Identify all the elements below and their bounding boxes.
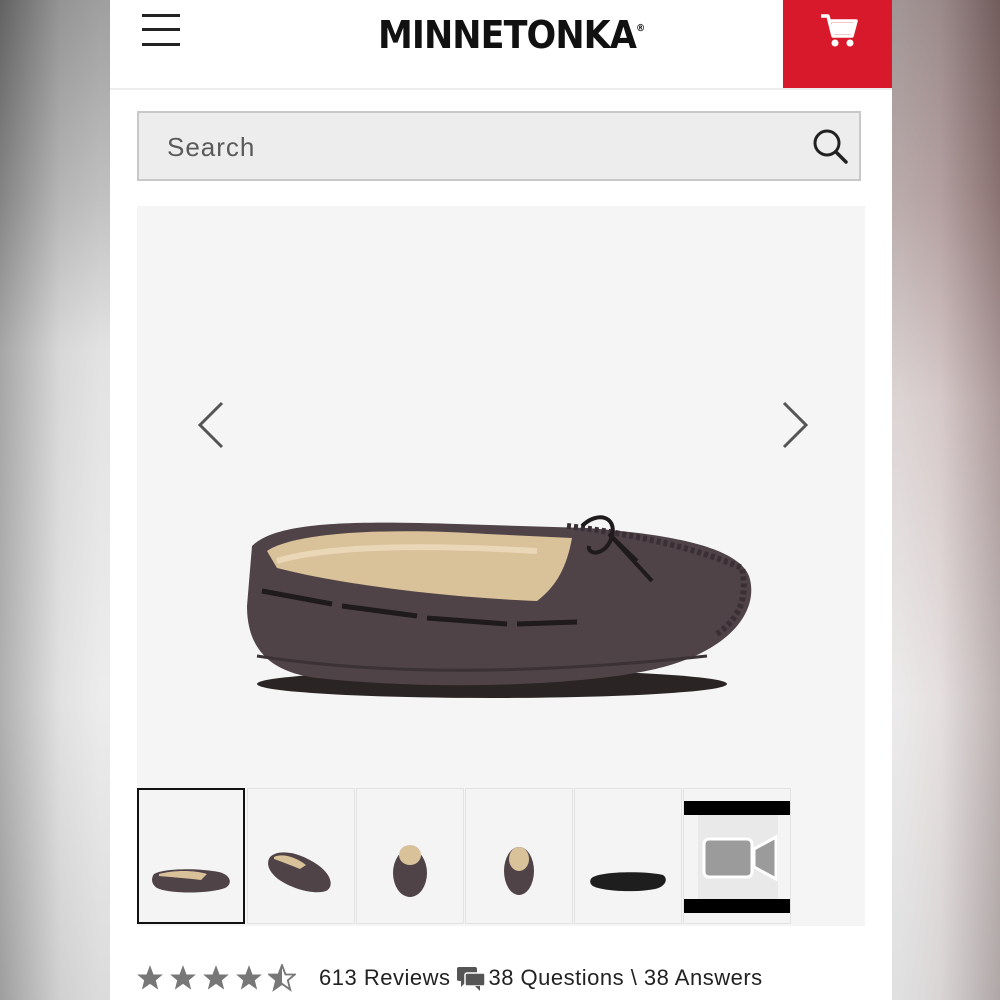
background-left-shade [0, 0, 110, 1000]
star-half-icon [268, 964, 296, 992]
menu-line [142, 43, 180, 46]
chevron-left-icon[interactable] [192, 399, 232, 451]
star-icon [236, 965, 262, 990]
background-right-shade [892, 0, 1000, 1000]
thumbnail-image [393, 845, 427, 897]
thumbnail-back-view[interactable] [465, 788, 573, 924]
star-icon [203, 965, 229, 990]
registered-mark: ® [635, 23, 645, 34]
thumbnail-image [504, 847, 534, 895]
star-rating[interactable] [136, 964, 301, 992]
brand-name: MINNETONKA [378, 13, 637, 57]
thumbnail-front-view[interactable] [356, 788, 464, 924]
thumbnail-side-view[interactable] [137, 788, 245, 924]
search-icon[interactable] [811, 127, 851, 167]
shopping-cart-icon [821, 14, 858, 47]
search-input[interactable] [165, 113, 789, 181]
questions-answers-link[interactable]: 38 Questions \ 38 Answers [488, 965, 762, 991]
thumbnail-sole-view[interactable] [574, 788, 682, 924]
chevron-right-icon[interactable] [774, 399, 814, 451]
search-bar [137, 111, 861, 181]
site-header: MINNETONKA® [110, 0, 892, 90]
video-camera-icon [698, 815, 778, 899]
reviews-link[interactable]: 613 Reviews [319, 965, 450, 991]
brand-logo[interactable]: MINNETONKA® [378, 10, 645, 60]
star-icon [137, 965, 163, 990]
thumbnail-image [268, 852, 331, 893]
menu-line [142, 28, 180, 31]
thumbnail-video[interactable] [683, 788, 791, 924]
chat-bubbles-icon[interactable] [456, 965, 487, 991]
mobile-page: MINNETONKA® Search 613 Reviews 38 Questi… [110, 0, 892, 1000]
cart-button[interactable] [783, 0, 892, 88]
thumbnail-strip [137, 788, 865, 926]
star-icon [170, 965, 196, 990]
thumbnail-angle-view[interactable] [247, 788, 355, 924]
hamburger-menu-icon[interactable] [140, 12, 182, 50]
menu-line [142, 14, 180, 17]
thumbnail-image [152, 869, 230, 893]
thumbnail-image [590, 872, 666, 892]
product-main-image [247, 515, 752, 698]
product-rating-row: 613 Reviews 38 Questions \ 38 Answers [136, 956, 876, 1000]
